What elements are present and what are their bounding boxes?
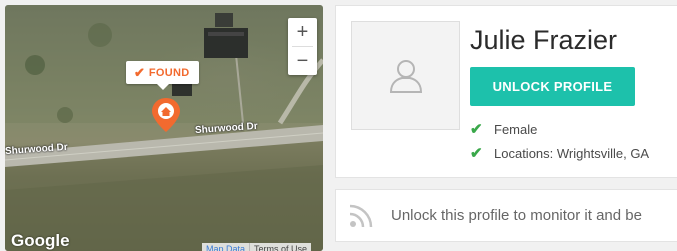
terms-of-use-link[interactable]: Terms of Use (249, 243, 311, 251)
fact-gender: Female (494, 121, 538, 137)
google-logo: Google (11, 231, 70, 250)
zoom-out-button[interactable]: − (288, 47, 317, 75)
fact-locations: Locations: Wrightsville, GA (494, 145, 650, 161)
found-label: FOUND (148, 66, 190, 79)
profile-facts: ✔ Female ✔ Locations: Wrightsville, GA (470, 117, 649, 165)
map-data-link[interactable]: Map Data (202, 243, 249, 251)
check-icon: ✔ (134, 64, 145, 80)
satellite-map[interactable]: + − ✔ FOUND Shurwood Dr Shurwood Dr Goog… (5, 5, 323, 251)
profile-name: Julie Frazier (470, 25, 618, 55)
avatar (351, 21, 460, 130)
list-item: ✔ Female (470, 117, 649, 141)
zoom-controls: + − (288, 18, 317, 75)
check-icon: ✔ (470, 145, 483, 162)
monitor-banner[interactable]: Unlock this profile to monitor it and be (335, 189, 677, 242)
unlock-profile-button[interactable]: UNLOCK PROFILE (470, 67, 635, 106)
profile-card: Julie Frazier UNLOCK PROFILE ✔ Female ✔ … (335, 5, 677, 178)
person-placeholder-icon (389, 59, 422, 93)
found-tooltip: ✔ FOUND (126, 61, 199, 90)
home-pin-icon[interactable] (149, 97, 183, 133)
rss-icon (347, 202, 375, 230)
check-icon: ✔ (470, 121, 483, 138)
monitor-text: Unlock this profile to monitor it and be (391, 207, 642, 224)
map-footer: Map Data Terms of Use (202, 243, 312, 251)
list-item: ✔ Locations: Wrightsville, GA (470, 141, 649, 165)
zoom-in-button[interactable]: + (288, 18, 317, 46)
